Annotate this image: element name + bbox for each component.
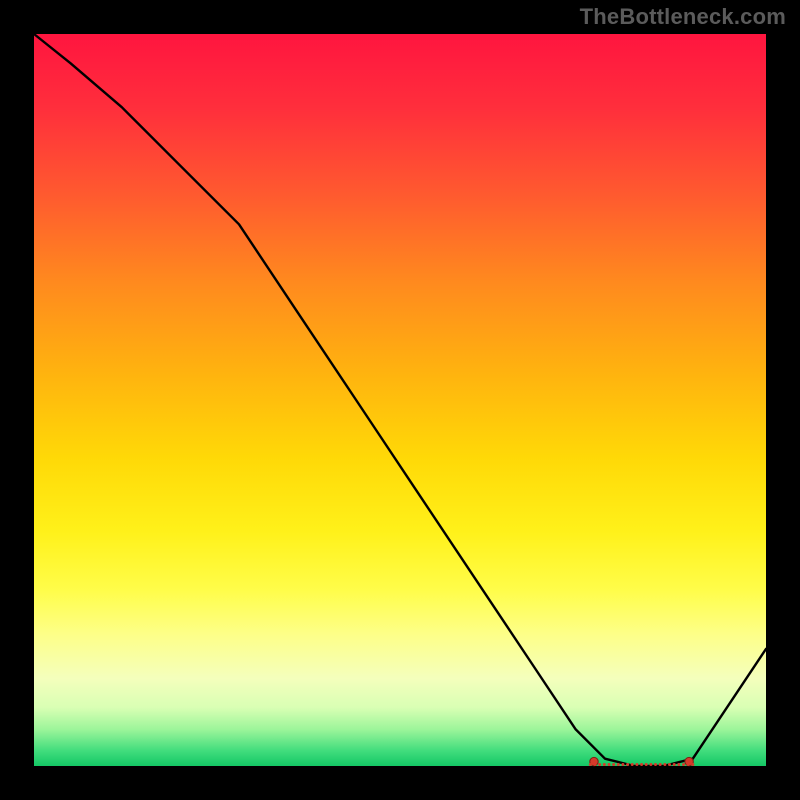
watermark-text: TheBottleneck.com bbox=[580, 4, 786, 30]
optimal-band-dot bbox=[603, 763, 606, 766]
optimal-band-dot bbox=[608, 763, 611, 766]
bottleneck-curve-line bbox=[34, 34, 766, 766]
optimal-band-dot bbox=[668, 763, 671, 766]
optimal-dotted-band bbox=[589, 763, 695, 766]
chart-stage: TheBottleneck.com bbox=[0, 0, 800, 800]
optimal-band-dot bbox=[631, 763, 634, 766]
optimal-band-dot bbox=[635, 763, 638, 766]
optimal-band-dot bbox=[612, 763, 615, 766]
curve-layer bbox=[34, 34, 766, 766]
optimal-band-dot bbox=[682, 763, 685, 766]
plot-area bbox=[34, 34, 766, 766]
optimal-band-dot bbox=[649, 763, 652, 766]
optimal-band-dot bbox=[626, 763, 629, 766]
optimal-band-dot bbox=[654, 763, 657, 766]
optimal-band-dot bbox=[589, 763, 592, 766]
optimal-band-dot bbox=[594, 763, 597, 766]
optimal-band-dot bbox=[645, 763, 648, 766]
optimal-band-dot bbox=[621, 763, 624, 766]
optimal-band-dot bbox=[677, 763, 680, 766]
optimal-band-dot bbox=[663, 763, 666, 766]
optimal-band-dot bbox=[691, 763, 694, 766]
optimal-band-dot bbox=[687, 763, 690, 766]
optimal-band-dot bbox=[617, 763, 620, 766]
optimal-band-dot bbox=[659, 763, 662, 766]
optimal-band-dot bbox=[640, 763, 643, 766]
optimal-band-dot bbox=[673, 763, 676, 766]
optimal-band-dot bbox=[598, 763, 601, 766]
